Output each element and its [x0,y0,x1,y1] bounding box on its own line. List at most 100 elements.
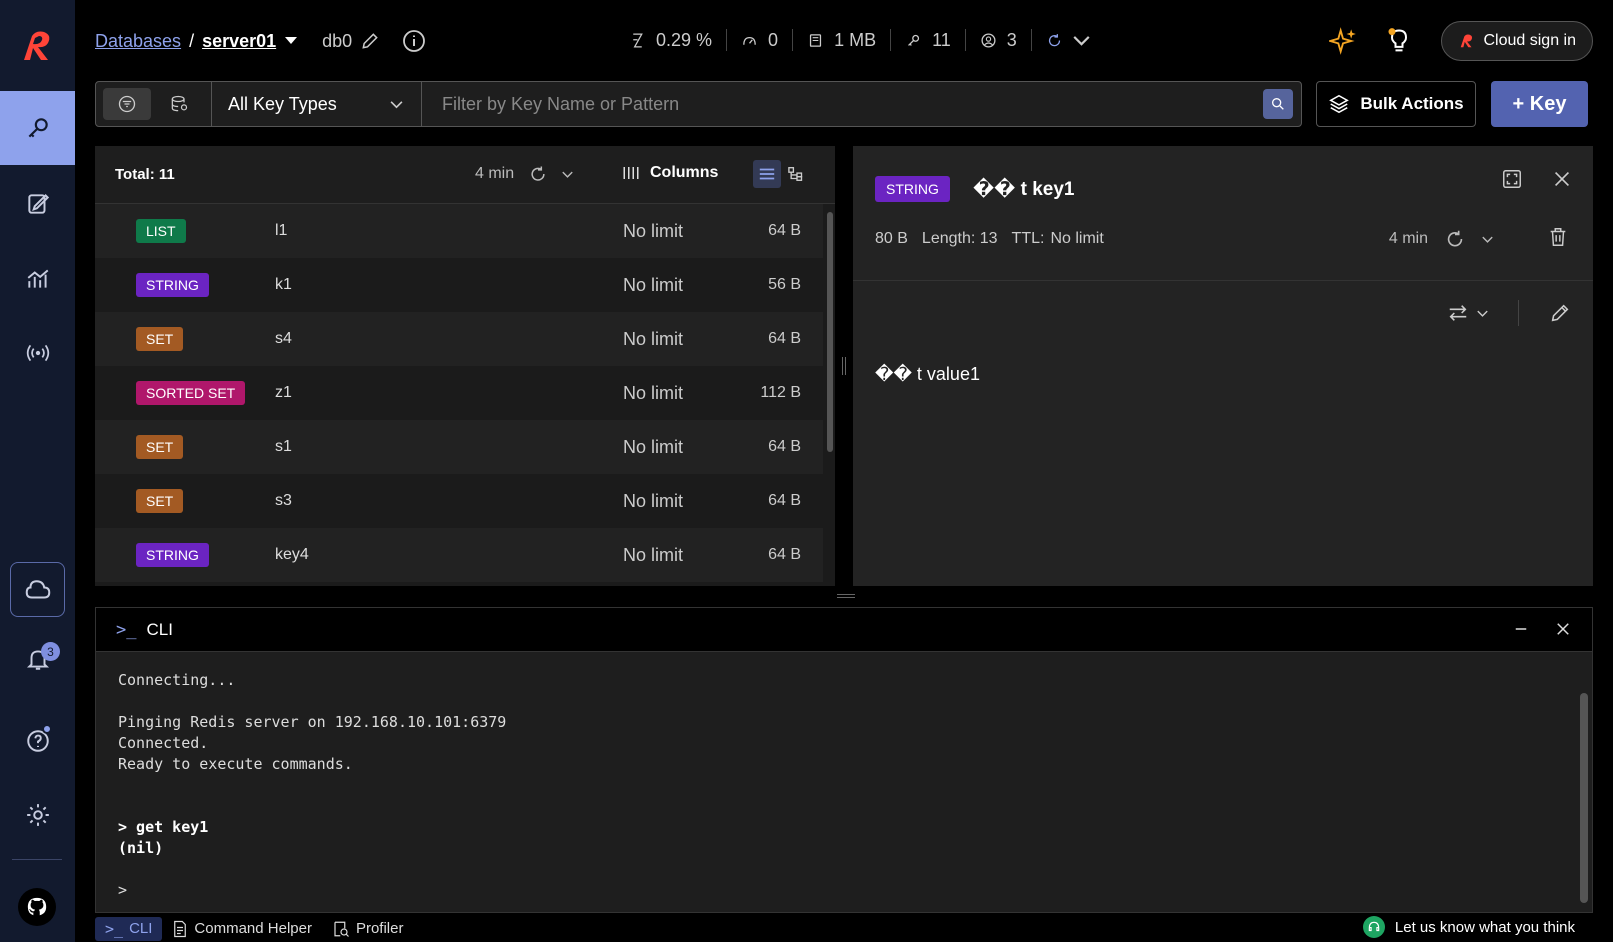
cli-scrollbar[interactable] [1580,693,1588,903]
key-name: s1 [275,438,292,455]
key-type-badge: SET [136,435,184,459]
key-icon [908,34,920,46]
key-type-badge: STRING [875,176,950,202]
key-details-header: STRING �� t key1 80 B Length: 13 TTL: No… [853,146,1593,281]
columns-icon [623,167,639,179]
key-name[interactable]: �� t key1 [973,178,1074,201]
key-list-header: Total: 11 4 min Columns [95,146,835,204]
sidebar-item-pubsub[interactable] [0,316,75,390]
close-icon[interactable] [1551,168,1573,190]
feedback-label: Let us know what you think [1394,918,1575,936]
key-row[interactable]: STRING key4 No limit 64 B [95,528,823,582]
cli-line: > [118,881,128,899]
key-type-select[interactable]: All Key Types [212,82,422,126]
bottom-tab-command-helper[interactable]: Command Helper [162,917,322,941]
profiler-search-icon [334,921,349,937]
format-select[interactable] [1447,303,1488,323]
expand-icon[interactable] [1501,168,1523,190]
chevron-down-icon[interactable] [284,36,298,46]
key-search-input[interactable] [442,93,1202,115]
key-list-scrollbar[interactable] [827,212,833,452]
terminal-icon: >_ [116,619,137,640]
columns-button[interactable]: Columns [622,164,718,182]
pencil-icon[interactable] [1549,302,1571,324]
database-search-icon [171,95,188,112]
key-row[interactable]: SORTED SET z1 No limit 112 B [95,366,823,420]
key-row[interactable]: SET s1 No limit 64 B [95,420,823,474]
key-row[interactable]: STRING k1 No limit 56 B [95,258,823,312]
sidebar-item-browser[interactable] [0,91,75,165]
ttl-value[interactable]: No limit [1050,230,1103,248]
key-value: �� t value1 [875,364,980,384]
keys-value: 11 [932,29,951,50]
key-ttl: No limit [623,382,684,403]
vertical-resize-handle[interactable] [842,357,846,375]
list-view-button[interactable] [753,160,781,188]
redis-logo[interactable] [18,26,58,66]
key-row[interactable]: SET s3 No limit 64 B [95,474,823,528]
memory-icon [809,33,822,47]
sidebar-item-cloud[interactable] [10,562,65,617]
filter-icon [118,95,136,113]
refresh-icon[interactable] [1046,32,1063,49]
tree-icon [788,167,803,181]
key-ttl: No limit [623,274,684,295]
details-refresh: 4 min [1389,228,1493,250]
cloud-signin-button[interactable]: Cloud sign in [1440,21,1593,61]
trash-icon[interactable] [1547,226,1569,248]
key-list-rows: LIST l1 No limit 64 B STRING k1 No limit 56 B SE… [95,204,835,582]
refresh-icon[interactable] [528,164,548,184]
key-name: key4 [275,546,309,563]
chevron-down-icon[interactable] [562,170,573,179]
sidebar-item-notifications[interactable] [0,622,75,696]
memory-stat: 1 MB [793,29,892,51]
bulk-actions-label: Bulk Actions [1360,94,1464,113]
pencil-icon[interactable] [360,31,380,51]
cli-line: Ready to execute commands. [118,755,353,773]
list-icon [759,168,775,180]
filter-mode-button[interactable] [103,88,151,120]
sidebar-item-help[interactable] [0,704,75,778]
feedback-link[interactable]: Let us know what you think [1362,916,1575,938]
breadcrumb-separator: / [189,30,195,51]
cpu-value: 0.29 % [656,29,713,50]
ops-value: 0 [768,29,779,50]
key-name: s3 [275,492,292,509]
cli-output[interactable]: Connecting... Pinging Redis server on 192… [96,652,1592,919]
add-key-button[interactable]: + Key [1491,81,1588,127]
value-toolbar [1447,300,1571,326]
sidebar-item-settings[interactable] [0,778,75,852]
sidebar-item-analysis[interactable] [0,242,75,316]
vector-search-button[interactable] [155,88,203,120]
key-row[interactable]: SET s4 No limit 64 B [95,312,823,366]
filter-bar: All Key Types [95,81,1302,127]
tree-view-button[interactable] [783,160,811,188]
db-stats: 0.29 % 0 1 MB 11 3 [615,29,1104,51]
chevron-down-icon[interactable] [1482,235,1493,244]
breadcrumb-databases-link[interactable]: Databases [95,31,181,52]
lightbulb-icon[interactable] [1385,27,1413,55]
refresh-icon[interactable] [1444,228,1466,250]
info-icon[interactable] [402,29,426,53]
bottom-tab-cli[interactable]: >_ CLI [95,916,163,941]
minimize-icon[interactable] [1512,620,1530,638]
github-link[interactable] [18,888,56,926]
bottom-tab-profiler[interactable]: Profiler [322,917,414,941]
cli-line [118,796,1570,817]
sidebar-item-workbench[interactable] [0,167,75,241]
server-name[interactable]: server01 [202,31,276,52]
close-icon[interactable] [1554,620,1572,638]
key-size: 112 B [760,384,801,401]
bulk-actions-button[interactable]: Bulk Actions [1316,81,1476,127]
help-indicator [42,724,52,734]
auto-refresh-control[interactable] [1032,29,1104,51]
key-details-panel: STRING �� t key1 80 B Length: 13 TTL: No… [853,146,1593,586]
sparkles-icon[interactable] [1328,27,1357,55]
key-name: k1 [275,276,292,293]
key-row[interactable]: LIST l1 No limit 64 B [95,204,823,258]
horizontal-resize-handle[interactable] [837,594,855,598]
clients-value: 3 [1006,29,1017,50]
redis-logo-icon [1460,34,1472,48]
chevron-down-icon[interactable] [1073,32,1090,49]
search-button[interactable] [1263,89,1293,119]
